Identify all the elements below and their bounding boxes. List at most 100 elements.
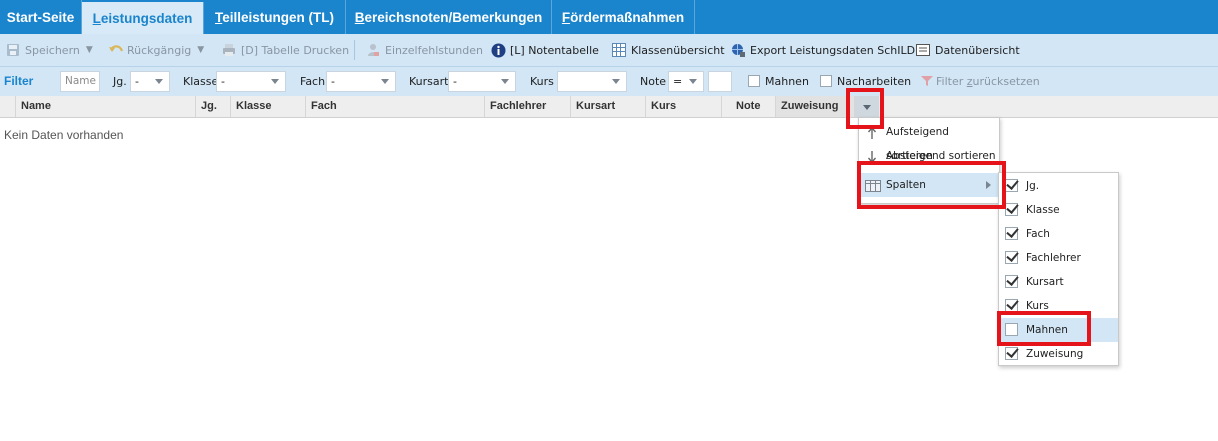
chevron-down-icon [381, 79, 389, 84]
tab-bereichsnoten[interactable]: Bereichsnoten/Bemerkungen [346, 0, 552, 34]
chevron-down-icon [612, 79, 620, 84]
export-globe-icon [731, 43, 745, 57]
column-checkbox[interactable] [1005, 179, 1018, 192]
note-operator-select[interactable]: = [668, 71, 704, 92]
export-button[interactable]: Export Leistungsdaten SchILD [731, 34, 915, 66]
chevron-down-icon [863, 105, 871, 110]
toolbar: Speichern ▼ Rückgängig ▼ [D] Tabelle Dru… [0, 34, 1218, 67]
reset-filter-button[interactable]: Filter zurücksetzen [920, 67, 1040, 96]
undo-icon [108, 43, 124, 57]
column-menu-trigger[interactable] [855, 96, 879, 117]
filter-bar: Filter Name Jg. - Klasse - Fach - Kursar… [0, 67, 1218, 96]
class-overview-button[interactable]: Klassenübersicht [612, 34, 725, 66]
column-toggle-label: Jg. [1026, 180, 1040, 192]
save-button[interactable]: Speichern ▼ [6, 34, 93, 66]
column-toggle-zuweisung[interactable]: Zuweisung [999, 342, 1118, 366]
chevron-down-icon[interactable]: ▼ [197, 45, 204, 55]
column-toggle-jg[interactable]: Jg. [999, 174, 1118, 198]
reset-label: Filter [936, 75, 967, 88]
mahnen-filter-label: Mahnen [765, 75, 809, 88]
sort-descending-item[interactable]: Absteigend sortieren [859, 144, 999, 168]
columns-label: Spalten [886, 179, 926, 191]
save-label: Speichern [25, 43, 80, 57]
kurs-filter-select[interactable] [557, 71, 627, 92]
fach-filter-label: Fach [300, 75, 326, 88]
tab-label: ereichsnoten/Bemerkungen [364, 10, 543, 25]
column-header-zuweisung[interactable]: Zuweisung [776, 96, 855, 117]
fach-filter-select[interactable]: - [326, 71, 396, 92]
column-checkbox[interactable] [1005, 299, 1018, 312]
filter-reset-icon [920, 67, 936, 96]
columns-submenu: Jg. Klasse Fach Fachlehrer Kursart Kurs … [998, 172, 1119, 366]
kurs-filter-label: Kurs [530, 75, 554, 88]
note-value-input[interactable] [708, 71, 732, 92]
column-checkbox[interactable] [1005, 227, 1018, 240]
sort-ascending-item[interactable]: Aufsteigend sortieren [859, 120, 999, 162]
column-toggle-kurs[interactable]: Kurs [999, 294, 1118, 318]
kursart-filter-select[interactable]: - [448, 71, 516, 92]
column-toggle-label: Fach [1026, 228, 1050, 240]
tab-leistungsdaten[interactable]: Leistungsdaten [82, 2, 204, 34]
column-header-kurs[interactable]: Kurs [646, 96, 722, 117]
column-toggle-label: Kurs [1026, 300, 1049, 312]
undo-button[interactable]: Rückgängig ▼ [108, 34, 204, 66]
name-filter-input[interactable]: Name [60, 71, 100, 92]
tab-label: eistungsdaten [100, 11, 193, 26]
column-header-klasse[interactable]: Klasse [231, 96, 306, 117]
klasse-filter-value: - [221, 75, 225, 88]
chevron-down-icon [689, 79, 697, 84]
reset-label-rest: urücksetzen [972, 75, 1040, 88]
columns-submenu-item[interactable]: Spalten [859, 173, 999, 197]
data-overview-button[interactable]: Datenübersicht [916, 34, 1020, 66]
sort-descending-label: Absteigend sortieren [886, 150, 996, 162]
column-toggle-label: Zuweisung [1026, 348, 1084, 360]
print-table-button[interactable]: [D] Tabelle Drucken [222, 34, 349, 66]
nacharbeiten-filter-label: Nacharbeiten [837, 75, 912, 88]
column-checkbox[interactable] [1005, 251, 1018, 264]
column-toggle-fachlehrer[interactable]: Fachlehrer [999, 246, 1118, 270]
tab-label-accel: F [561, 10, 571, 25]
main-tab-bar: Start-Seite Leistungsdaten Teilleistunge… [0, 0, 1218, 34]
column-header-note[interactable]: Note [722, 96, 776, 117]
column-toggle-klasse[interactable]: Klasse [999, 198, 1118, 222]
column-header-fach[interactable]: Fach [306, 96, 485, 117]
klasse-filter-select[interactable]: - [216, 71, 286, 92]
chevron-down-icon [501, 79, 509, 84]
data-overview-label: Datenübersicht [935, 43, 1020, 57]
sort-ascending-icon [865, 125, 879, 139]
column-toggle-label: Kursart [1026, 276, 1064, 288]
note-filter-label: Note [640, 75, 667, 88]
chevron-down-icon[interactable]: ▼ [86, 45, 93, 55]
column-header-fachlehrer[interactable]: Fachlehrer [485, 96, 571, 117]
column-header-jg[interactable]: Jg. [196, 96, 231, 117]
chevron-down-icon [155, 79, 163, 84]
klasse-filter-label: Klasse [183, 75, 219, 88]
column-header-name[interactable]: Name [16, 96, 196, 117]
column-toggle-kursart[interactable]: Kursart [999, 270, 1118, 294]
column-toggle-mahnen[interactable]: Mahnen [999, 318, 1118, 342]
undo-label: Rückgängig [127, 43, 192, 57]
empty-grid-message: Kein Daten vorhanden [4, 128, 124, 142]
mahnen-filter-checkbox[interactable] [748, 75, 760, 87]
note-operator-value: = [673, 75, 683, 88]
column-toggle-label: Mahnen [1026, 324, 1068, 336]
printer-icon [222, 43, 236, 57]
jg-filter-select[interactable]: - [130, 71, 170, 92]
absences-button[interactable]: Einzelfehlstunden [366, 34, 483, 66]
tab-start-seite[interactable]: Start-Seite [0, 0, 82, 34]
column-toggle-fach[interactable]: Fach [999, 222, 1118, 246]
person-icon [366, 43, 380, 57]
tab-teilleistungen[interactable]: Teilleistungen (TL) [204, 0, 346, 34]
jg-filter-label: Jg. [113, 75, 127, 88]
nacharbeiten-filter-checkbox[interactable] [820, 75, 832, 87]
tab-foerdermassnahmen[interactable]: Fördermaßnahmen [552, 0, 695, 34]
column-checkbox[interactable] [1005, 203, 1018, 216]
column-checkbox[interactable] [1005, 323, 1018, 336]
absences-label: Einzelfehlstunden [385, 43, 483, 57]
column-checkbox[interactable] [1005, 275, 1018, 288]
class-overview-label: Klassenübersicht [631, 43, 725, 57]
grade-table-button[interactable]: [L] Notentabelle [491, 34, 599, 66]
filter-title: Filter [4, 74, 34, 88]
column-header-kursart[interactable]: Kursart [571, 96, 646, 117]
column-checkbox[interactable] [1005, 347, 1018, 360]
